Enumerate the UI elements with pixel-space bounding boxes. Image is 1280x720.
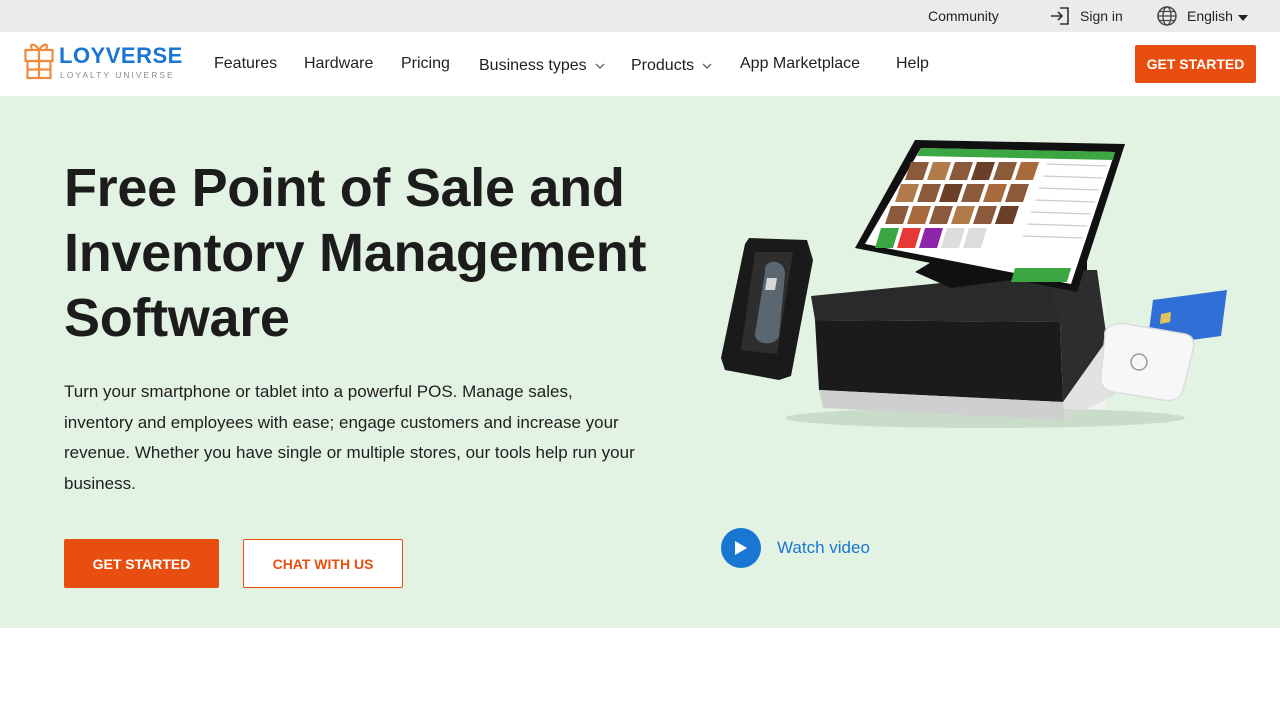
- login-icon: [1051, 7, 1069, 25]
- hero-title-line-3: Software: [64, 288, 290, 348]
- pos-hardware-image: [721, 140, 1227, 428]
- nav-business-types-label: Business types: [479, 57, 587, 74]
- nav-app-marketplace[interactable]: App Marketplace: [740, 32, 860, 96]
- hero-section: Free Point of Sale and Inventory Managem…: [0, 96, 1280, 628]
- watch-video-link[interactable]: Watch video: [721, 528, 870, 568]
- sign-in-label: Sign in: [1080, 8, 1123, 24]
- nav-features[interactable]: Features: [214, 32, 277, 96]
- hero-title-line-2: Inventory Management: [64, 223, 647, 283]
- logo-tagline: LOYALTY UNIVERSE: [60, 70, 175, 80]
- language-label: English: [1187, 8, 1233, 24]
- main-header: LOYVERSE LOYALTY UNIVERSE Features Hardw…: [0, 32, 1280, 96]
- nav-products[interactable]: Products: [631, 34, 712, 98]
- get-started-button[interactable]: GET STARTED: [64, 539, 219, 588]
- chevron-down-icon: [702, 63, 712, 69]
- play-icon: [721, 528, 761, 568]
- logo-wordmark: LOYVERSE: [59, 43, 183, 68]
- gift-logo-icon: [24, 43, 54, 80]
- nav-business-types[interactable]: Business types: [479, 34, 605, 98]
- hero-title-line-1: Free Point of Sale and: [64, 158, 625, 218]
- chat-with-us-button[interactable]: CHAT WITH US: [243, 539, 403, 588]
- utility-bar: Community Sign in English: [0, 0, 1280, 32]
- community-link[interactable]: Community: [928, 0, 999, 32]
- globe-icon: [1157, 6, 1177, 26]
- header-get-started-button[interactable]: GET STARTED: [1135, 45, 1256, 83]
- sign-in-link[interactable]: Sign in: [1049, 0, 1123, 32]
- chevron-down-icon: [595, 63, 605, 69]
- watch-video-label: Watch video: [777, 538, 870, 557]
- nav-help[interactable]: Help: [896, 32, 929, 96]
- loyverse-logo[interactable]: LOYVERSE LOYALTY UNIVERSE: [24, 40, 182, 82]
- caret-down-icon: [1237, 14, 1248, 21]
- hero-description: Turn your smartphone or tablet into a po…: [64, 382, 635, 494]
- nav-pricing[interactable]: Pricing: [401, 32, 450, 96]
- nav-products-label: Products: [631, 57, 695, 74]
- language-selector[interactable]: English: [1156, 0, 1248, 32]
- nav-hardware[interactable]: Hardware: [304, 32, 373, 96]
- hero-title: Free Point of Sale and Inventory Managem…: [64, 156, 684, 351]
